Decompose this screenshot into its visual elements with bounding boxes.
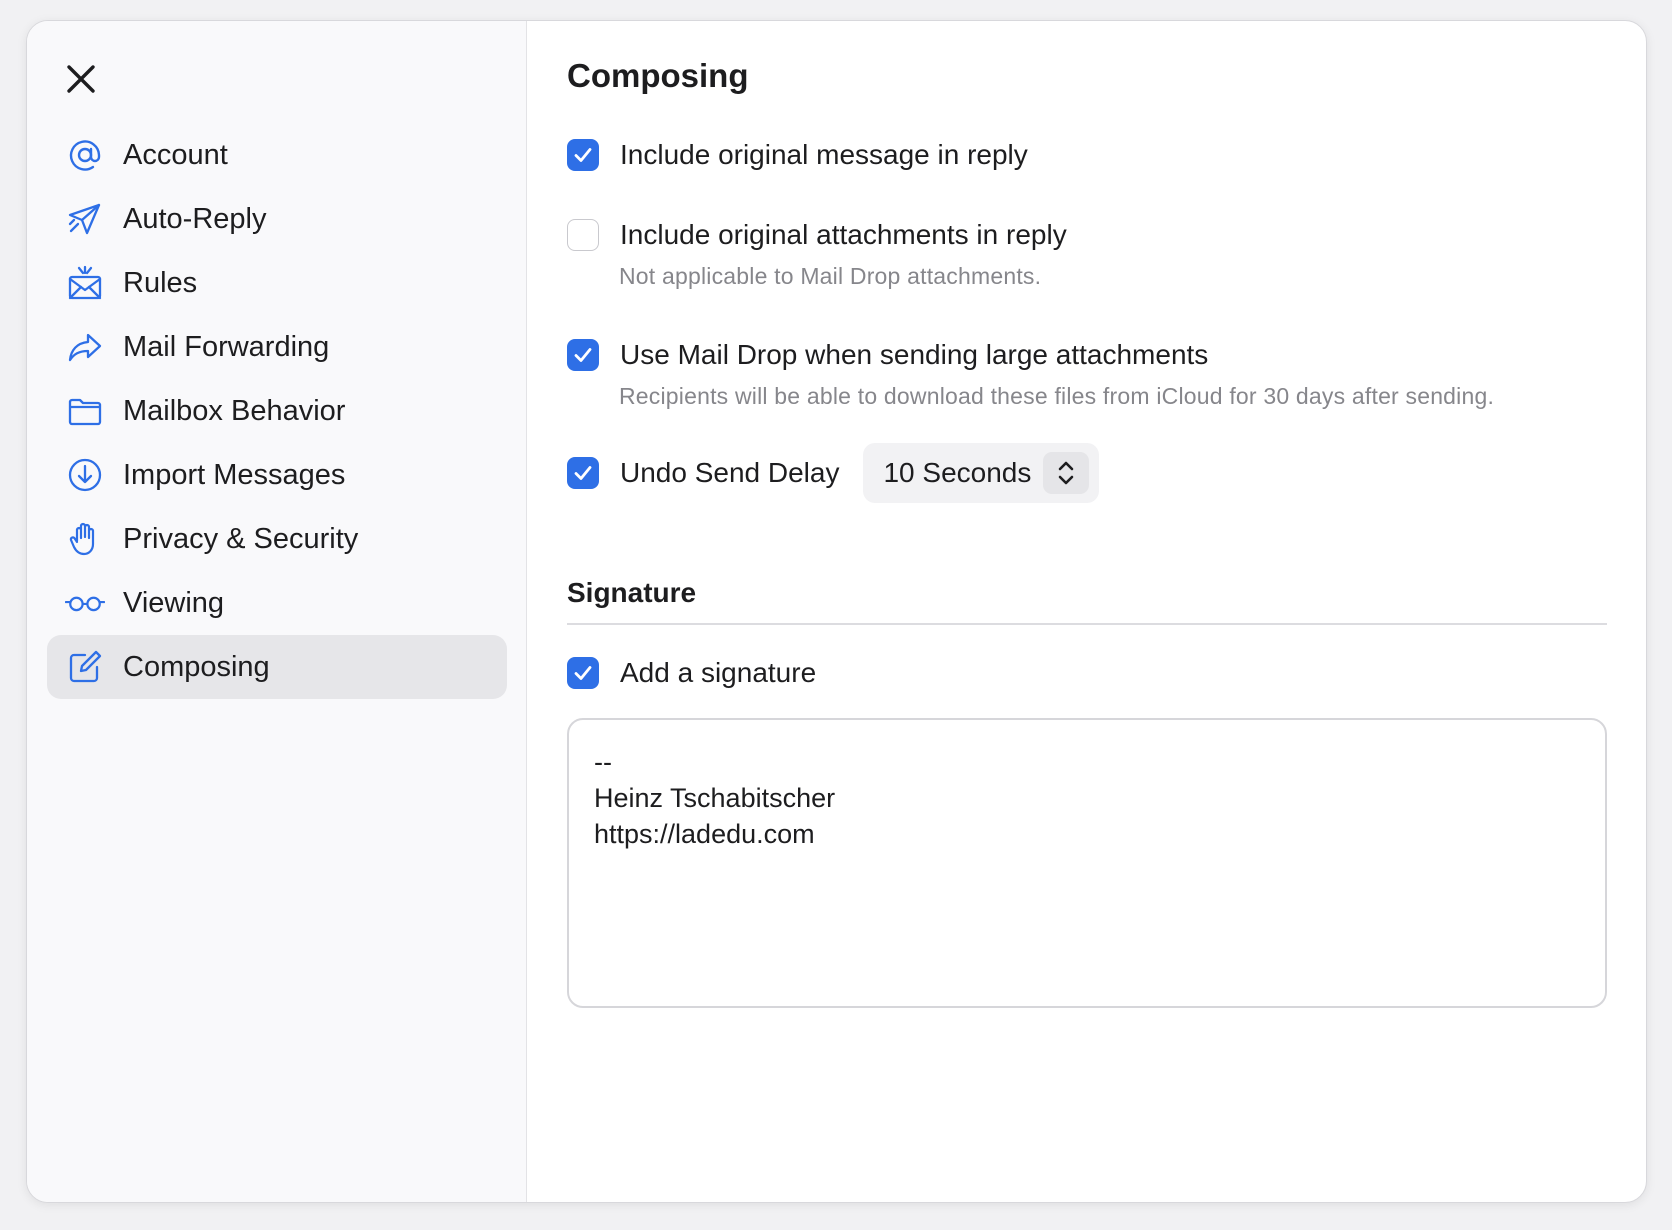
glasses-icon xyxy=(65,583,105,623)
include-message-label: Include original message in reply xyxy=(620,139,1028,170)
compose-icon xyxy=(65,647,105,687)
mail-drop-row: Use Mail Drop when sending large attachm… xyxy=(567,339,1208,371)
checkmark-icon xyxy=(574,666,592,680)
sidebar-item-label: Composing xyxy=(123,650,270,683)
mail-drop-checkbox[interactable] xyxy=(567,339,599,371)
signature-line: https://ladedu.com xyxy=(594,819,815,849)
sidebar-item-label: Import Messages xyxy=(123,458,346,491)
add-signature-row: Add a signature xyxy=(567,657,816,689)
composing-panel: Composing Include original message in re… xyxy=(527,21,1646,1202)
sidebar-item-composing[interactable]: Composing xyxy=(47,635,507,699)
sidebar-item-rules[interactable]: Rules xyxy=(47,251,507,315)
paper-plane-icon xyxy=(65,199,105,239)
undo-send-checkbox[interactable] xyxy=(567,457,599,489)
sidebar-item-import-messages[interactable]: Import Messages xyxy=(47,443,507,507)
include-attachments-hint: Not applicable to Mail Drop attachments. xyxy=(619,263,1042,289)
sidebar-item-label: Auto-Reply xyxy=(123,202,267,235)
undo-send-row: Undo Send Delay 10 Seconds xyxy=(567,443,1100,503)
sidebar-item-account[interactable]: Account xyxy=(47,123,507,187)
sidebar-item-label: Privacy & Security xyxy=(123,522,359,555)
signature-editor[interactable]: -- Heinz Tschabitscher https://ladedu.co… xyxy=(567,718,1607,1008)
sidebar-item-label: Mailbox Behavior xyxy=(123,394,346,427)
download-circle-icon xyxy=(65,455,105,495)
sidebar-item-label: Mail Forwarding xyxy=(123,330,330,363)
include-attachments-row: Include original attachments in reply xyxy=(567,219,1067,251)
sidebar-item-viewing[interactable]: Viewing xyxy=(47,571,507,635)
undo-send-delay-value: 10 Seconds xyxy=(883,457,1032,488)
add-signature-checkbox[interactable] xyxy=(567,657,599,689)
sidebar-item-privacy-security[interactable]: Privacy & Security xyxy=(47,507,507,571)
forward-arrow-icon xyxy=(65,327,105,367)
checkmark-icon xyxy=(574,466,592,480)
sidebar-item-mailbox-behavior[interactable]: Mailbox Behavior xyxy=(47,379,507,443)
section-divider xyxy=(567,623,1607,625)
undo-send-label: Undo Send Delay xyxy=(620,457,840,488)
sidebar-item-auto-reply[interactable]: Auto-Reply xyxy=(47,187,507,251)
signature-line: Heinz Tschabitscher xyxy=(594,783,836,813)
close-button[interactable] xyxy=(61,59,101,99)
mail-drop-label: Use Mail Drop when sending large attachm… xyxy=(620,339,1209,370)
settings-window: Account Auto-Reply Rules Mail Forwarding… xyxy=(26,20,1647,1203)
include-attachments-label: Include original attachments in reply xyxy=(620,219,1067,250)
checkmark-icon xyxy=(574,348,592,362)
sidebar-item-label: Rules xyxy=(123,266,198,299)
sidebar-item-label: Account xyxy=(123,138,228,171)
include-attachments-checkbox[interactable] xyxy=(567,219,599,251)
sidebar-item-mail-forwarding[interactable]: Mail Forwarding xyxy=(47,315,507,379)
hand-icon xyxy=(65,519,105,559)
close-icon xyxy=(67,65,95,93)
signature-section-title: Signature xyxy=(567,577,697,608)
signature-line: -- xyxy=(594,747,612,777)
sidebar-item-label: Viewing xyxy=(123,586,225,619)
mail-drop-hint: Recipients will be able to download thes… xyxy=(619,383,1495,409)
checkmark-icon xyxy=(574,148,592,162)
folder-icon xyxy=(65,391,105,431)
chevron-up-down-icon xyxy=(1043,452,1090,494)
undo-send-delay-select[interactable]: 10 Seconds xyxy=(863,443,1100,503)
sidebar-nav: Account Auto-Reply Rules Mail Forwarding… xyxy=(47,123,507,699)
add-signature-label: Add a signature xyxy=(620,657,817,688)
sidebar: Account Auto-Reply Rules Mail Forwarding… xyxy=(27,21,527,1202)
page-title: Composing xyxy=(567,57,749,94)
envelope-rules-icon xyxy=(65,263,105,303)
include-message-checkbox[interactable] xyxy=(567,139,599,171)
include-message-row: Include original message in reply xyxy=(567,139,1028,171)
at-icon xyxy=(65,135,105,175)
